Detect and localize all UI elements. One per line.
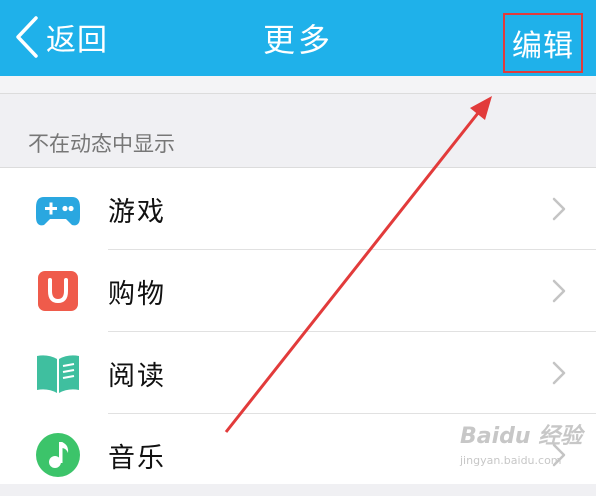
watermark: Baidu 经验 jingyan.baidu.com [452, 414, 594, 470]
watermark-title: Baidu 经验 [460, 424, 583, 449]
watermark-url: jingyan.baidu.com [460, 454, 562, 467]
annotation-arrow [224, 96, 492, 433]
